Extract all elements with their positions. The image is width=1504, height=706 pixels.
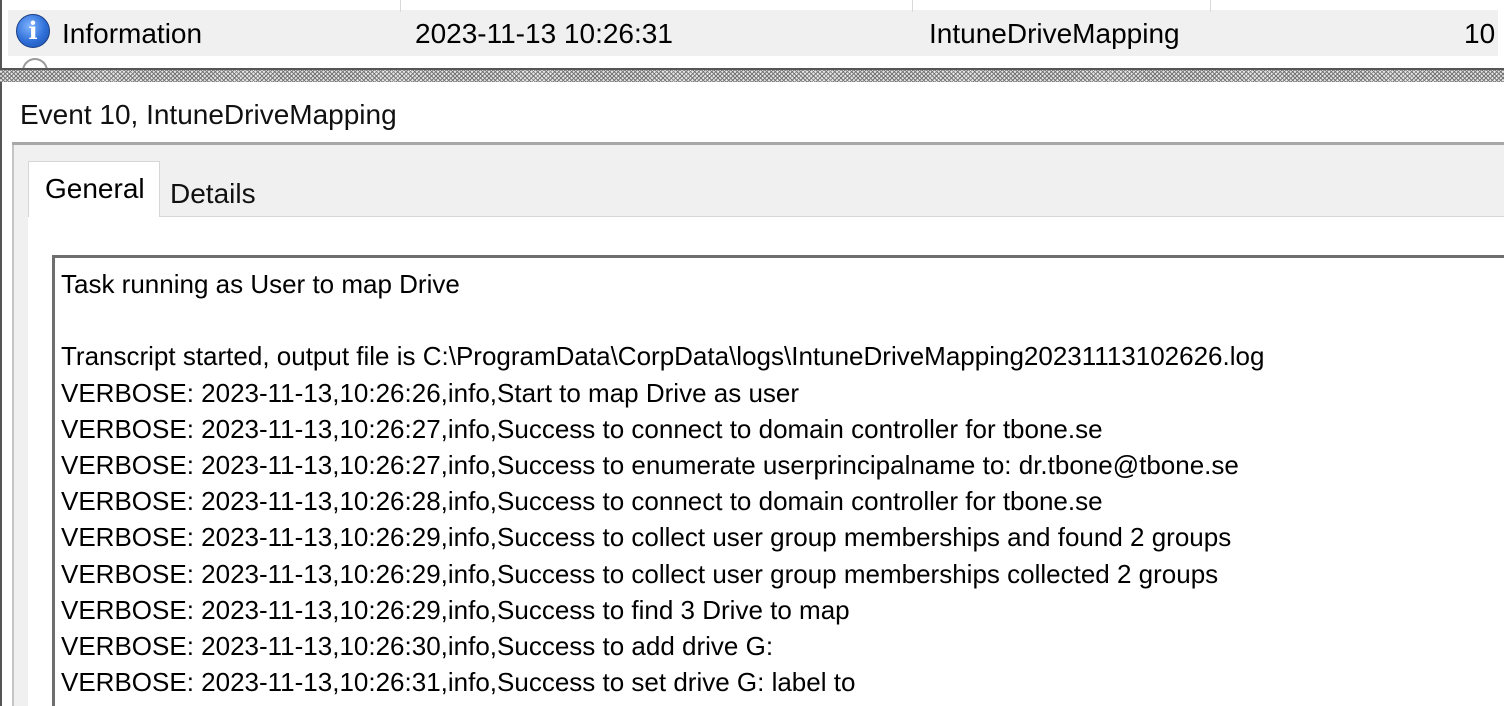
description-line: Transcript started, output file is C:\Pr… [61,341,1265,372]
description-line: VERBOSE: 2023-11-13,10:26:30,info,Succes… [61,631,774,661]
information-icon: i [16,14,50,48]
description-line: VERBOSE: 2023-11-13,10:26:31,info,Succes… [61,667,856,698]
description-line: Task running as User to map Drive [61,269,460,299]
description-line: VERBOSE: 2023-11-13,10:26:27,info,Succes… [61,450,1239,480]
column-divider [1210,0,1211,12]
description-line: VERBOSE: 2023-11-13,10:26:27,info,Succes… [61,413,1103,444]
source-cell: IntuneDriveMapping [929,18,1180,49]
description-line: VERBOSE: 2023-11-13,10:26:28,info,Succes… [61,486,1103,517]
general-tab-panel: Task running as User to map Drive Transcr… [28,216,1504,706]
date-time-cell: 2023-11-13 10:26:31 [415,18,673,49]
event-details-pane: Event 10, IntuneDriveMapping Task runnin… [0,82,1504,706]
event-id-cell: 10 [1464,18,1496,49]
description-line: VERBOSE: 2023-11-13,10:26:26,info,Start … [61,377,800,408]
description-line: VERBOSE: 2023-11-13,10:26:29,info,Succes… [61,594,850,625]
pane-splitter[interactable] [0,68,1504,82]
column-divider [400,0,401,12]
level-cell: Information [62,18,203,49]
description-line: VERBOSE: 2023-11-13,10:26:29,info,Succes… [61,558,1219,589]
tab-details[interactable]: Details [160,167,270,217]
event-list-row[interactable]: i Information 2023-11-13 10:26:31 Intune… [0,0,1504,72]
selected-row-highlight [8,10,1498,56]
column-divider [912,0,913,12]
event-details-title: Event 10, IntuneDriveMapping [20,99,397,130]
event-description-box[interactable]: Task running as User to map Drive Transcr… [52,255,1504,706]
details-frame: Task running as User to map Drive Transcr… [12,145,1504,706]
description-line: VERBOSE: 2023-11-13,10:26:29,info,Succes… [61,522,1232,553]
tab-general[interactable]: General [28,161,160,217]
